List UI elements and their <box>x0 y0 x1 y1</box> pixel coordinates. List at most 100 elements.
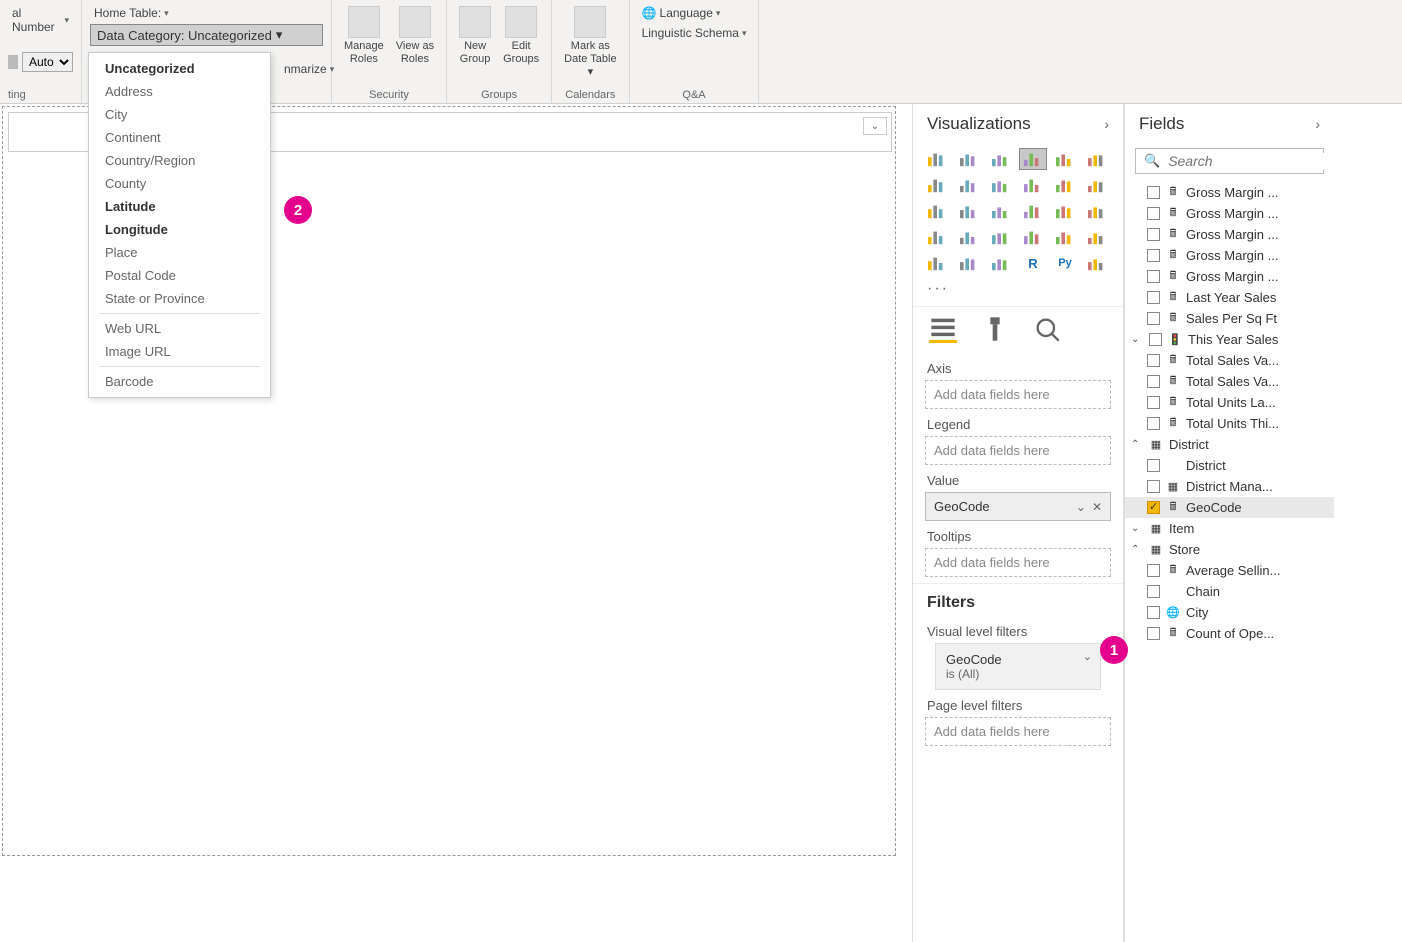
field-checkbox[interactable] <box>1147 270 1160 283</box>
viz-type-icon[interactable] <box>923 200 951 222</box>
viz-type-icon[interactable] <box>955 226 983 248</box>
field-table[interactable]: ⌃▦Store <box>1125 539 1334 560</box>
field-item[interactable]: 🖩Average Sellin... <box>1125 560 1334 581</box>
field-checkbox[interactable] <box>1147 396 1160 409</box>
expand-icon[interactable]: ⌄ <box>1131 523 1143 534</box>
expand-icon[interactable]: ⌃ <box>1131 544 1143 555</box>
data-category-option[interactable]: City <box>89 103 270 126</box>
field-item[interactable]: 🖩Gross Margin ... <box>1125 245 1334 266</box>
field-checkbox[interactable] <box>1147 417 1160 430</box>
viz-type-icon[interactable] <box>955 174 983 196</box>
viz-type-icon[interactable] <box>1019 174 1047 196</box>
data-category-option[interactable]: Web URL <box>89 317 270 340</box>
viz-type-icon[interactable] <box>987 252 1015 274</box>
data-category-option[interactable]: Country/Region <box>89 149 270 172</box>
viz-type-icon[interactable] <box>1083 226 1111 248</box>
field-item[interactable]: 🖩Total Sales Va... <box>1125 371 1334 392</box>
field-item[interactable]: 🖩Sales Per Sq Ft <box>1125 308 1334 329</box>
viz-type-icon[interactable] <box>1051 200 1079 222</box>
collapse-fields-icon[interactable]: › <box>1315 116 1320 132</box>
field-checkbox[interactable] <box>1147 312 1160 325</box>
field-item[interactable]: 🖩Gross Margin ... <box>1125 266 1334 287</box>
view-as-roles-button[interactable]: View as Roles <box>392 4 438 68</box>
field-item[interactable]: 🖩Last Year Sales <box>1125 287 1334 308</box>
viz-type-icon[interactable] <box>1019 226 1047 248</box>
fields-search[interactable]: 🔍 <box>1135 148 1324 174</box>
value-well[interactable]: GeoCode ⌄✕ <box>925 492 1111 521</box>
field-checkbox[interactable] <box>1147 354 1160 367</box>
field-checkbox[interactable] <box>1147 585 1160 598</box>
viz-type-icon[interactable] <box>1051 226 1079 248</box>
fields-tab[interactable] <box>929 315 957 343</box>
viz-type-icon[interactable] <box>1083 174 1111 196</box>
field-table[interactable]: ⌃▦District <box>1125 434 1334 455</box>
expand-icon[interactable]: ⌄ <box>1131 334 1143 345</box>
home-table-dropdown[interactable]: Home Table:▾ <box>90 4 323 22</box>
language-dropdown[interactable]: 🌐Language▾ <box>638 4 751 22</box>
field-checkbox[interactable] <box>1147 501 1160 514</box>
data-category-option[interactable]: Longitude <box>89 218 270 241</box>
field-checkbox[interactable] <box>1147 627 1160 640</box>
linguistic-schema-dropdown[interactable]: Linguistic Schema▾ <box>638 24 751 42</box>
decimal-places-select[interactable]: Auto <box>22 52 73 72</box>
field-item[interactable]: Chain <box>1125 581 1334 602</box>
field-item[interactable]: 🖩Total Units La... <box>1125 392 1334 413</box>
viz-type-icon[interactable] <box>923 226 951 248</box>
data-category-option[interactable]: County <box>89 172 270 195</box>
axis-well[interactable]: Add data fields here <box>925 380 1111 409</box>
filter-card-geocode[interactable]: GeoCode is (All) ⌄ <box>935 643 1101 690</box>
viz-type-icon[interactable] <box>1083 200 1111 222</box>
viz-type-icon[interactable] <box>1083 148 1111 170</box>
legend-well[interactable]: Add data fields here <box>925 436 1111 465</box>
data-category-option[interactable]: Postal Code <box>89 264 270 287</box>
field-item[interactable]: ▦District Mana... <box>1125 476 1334 497</box>
viz-type-icon[interactable] <box>955 252 983 274</box>
filter-expand-icon[interactable]: ⌄ <box>1083 650 1092 663</box>
field-checkbox[interactable] <box>1147 228 1160 241</box>
field-item[interactable]: District <box>1125 455 1334 476</box>
well-remove-icon[interactable]: ✕ <box>1092 500 1102 514</box>
edit-groups-button[interactable]: Edit Groups <box>499 4 543 68</box>
new-group-button[interactable]: New Group <box>455 4 495 68</box>
tooltips-well[interactable]: Add data fields here <box>925 548 1111 577</box>
viz-type-icon[interactable] <box>1019 148 1047 170</box>
field-item[interactable]: 🖩GeoCode <box>1125 497 1334 518</box>
viz-type-icon[interactable] <box>1083 252 1111 274</box>
field-table[interactable]: ⌄▦Item <box>1125 518 1334 539</box>
viz-type-icon[interactable] <box>1051 148 1079 170</box>
viz-more-button[interactable]: ··· <box>913 280 1123 306</box>
field-item[interactable]: 🖩Gross Margin ... <box>1125 224 1334 245</box>
field-checkbox[interactable] <box>1147 375 1160 388</box>
viz-type-icon[interactable] <box>955 148 983 170</box>
field-checkbox[interactable] <box>1149 333 1162 346</box>
field-checkbox[interactable] <box>1147 291 1160 304</box>
page-filter-well[interactable]: Add data fields here <box>925 717 1111 746</box>
data-category-option[interactable]: Barcode <box>89 370 270 393</box>
summarize-dropdown[interactable]: nmarize▾ <box>280 60 338 78</box>
field-item[interactable]: 🖩Total Units Thi... <box>1125 413 1334 434</box>
field-checkbox[interactable] <box>1147 249 1160 262</box>
search-input[interactable] <box>1168 153 1350 169</box>
field-item[interactable]: 🌐City <box>1125 602 1334 623</box>
viz-type-icon[interactable] <box>923 174 951 196</box>
collapse-viz-icon[interactable]: › <box>1104 116 1109 132</box>
data-category-option[interactable]: Place <box>89 241 270 264</box>
field-item[interactable]: ⌄🚦This Year Sales <box>1125 329 1334 350</box>
field-checkbox[interactable] <box>1147 186 1160 199</box>
viz-type-icon[interactable] <box>987 148 1015 170</box>
viz-type-icon[interactable] <box>987 174 1015 196</box>
viz-type-icon[interactable] <box>987 200 1015 222</box>
field-item[interactable]: 🖩Count of Ope... <box>1125 623 1334 644</box>
data-category-option[interactable]: Address <box>89 80 270 103</box>
field-checkbox[interactable] <box>1147 606 1160 619</box>
viz-type-icon[interactable] <box>1051 174 1079 196</box>
well-dropdown-icon[interactable]: ⌄ <box>1076 500 1086 514</box>
field-item[interactable]: 🖩Gross Margin ... <box>1125 203 1334 224</box>
mark-date-table-button[interactable]: Mark as Date Table▾ <box>560 4 620 82</box>
field-checkbox[interactable] <box>1147 480 1160 493</box>
data-category-option[interactable]: State or Province <box>89 287 270 310</box>
analytics-tab[interactable] <box>1033 315 1061 343</box>
format-tab[interactable] <box>981 315 1009 343</box>
data-category-option[interactable]: Latitude <box>89 195 270 218</box>
visual-options-dropdown[interactable]: ⌄ <box>863 117 887 135</box>
